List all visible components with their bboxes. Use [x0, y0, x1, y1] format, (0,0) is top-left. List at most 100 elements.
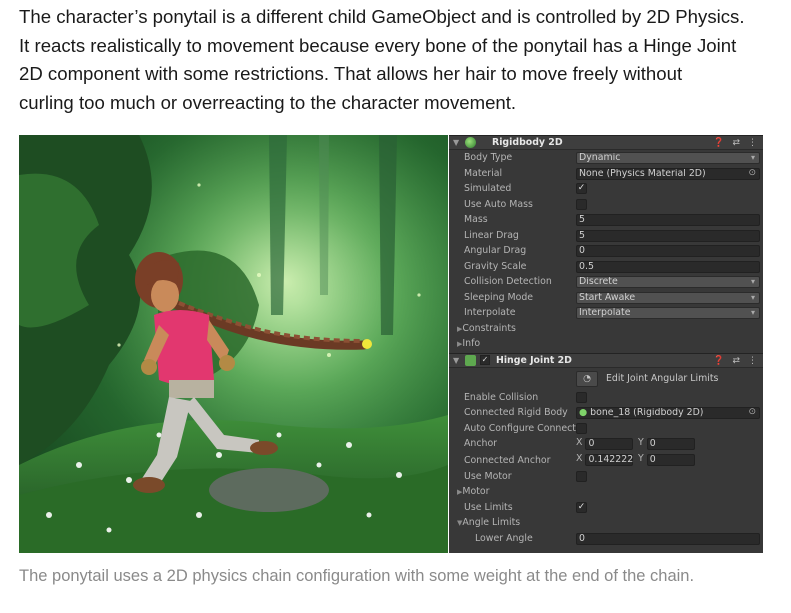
- field-label: Collision Detection: [464, 276, 552, 288]
- info-label: Info: [462, 338, 481, 350]
- object-picker-icon[interactable]: ⊙: [748, 169, 756, 178]
- use-limits-checkbox[interactable]: ✓: [576, 501, 587, 513]
- field-label: Material: [464, 167, 503, 179]
- hinge-joint-2d-header[interactable]: ▼ ✓ Hinge Joint 2D ❓ ⇄ ⋮: [449, 352, 763, 368]
- preset-icon[interactable]: ⇄: [732, 354, 740, 368]
- linear-drag-row: Linear Drag 5: [449, 228, 763, 244]
- hinge-joint-icon: [465, 354, 476, 366]
- field-label: Mass: [464, 214, 488, 226]
- field-label: Linear Drag: [464, 229, 519, 241]
- preset-icon[interactable]: ⇄: [732, 136, 740, 150]
- intro-line: It reacts realistically to movement beca…: [19, 34, 737, 56]
- angular-drag-input[interactable]: 0: [576, 245, 760, 257]
- anchor-row: Anchor X0 Y0: [449, 436, 763, 452]
- anchor-y-input[interactable]: 0: [646, 438, 695, 450]
- field-label: Enable Collision: [464, 391, 539, 403]
- field-label: Angular Drag: [464, 245, 527, 257]
- foldout-label: ▶Motor: [457, 486, 489, 497]
- field-label: Use Motor: [464, 470, 512, 482]
- edit-joint-angular-limits-button[interactable]: ◔ Edit Joint Angular Limits: [576, 370, 718, 388]
- field-label: Lower Angle: [475, 532, 533, 544]
- connected-anchor-y-input[interactable]: 0: [646, 453, 695, 466]
- mass-input[interactable]: 5: [576, 214, 760, 226]
- body-type-row: Body Type Dynamic: [449, 150, 763, 166]
- figure-caption: The ponytail uses a 2D physics chain con…: [19, 567, 695, 585]
- component-title: Rigidbody 2D: [492, 137, 563, 148]
- connected-anchor-x-input[interactable]: 0.142222: [585, 453, 634, 466]
- anchor-x[interactable]: X0: [576, 438, 634, 450]
- component-enabled-checkbox[interactable]: ✓: [480, 355, 490, 365]
- connected-anchor-y[interactable]: Y0: [638, 452, 695, 466]
- field-label: Anchor: [464, 438, 498, 450]
- use-auto-mass-checkbox[interactable]: [576, 198, 587, 210]
- interpolate-row: Interpolate Interpolate: [449, 305, 763, 321]
- rigidbody-ref-icon: ●: [579, 407, 588, 418]
- field-label: Body Type: [464, 152, 513, 164]
- collision-detection-row: Collision Detection Discrete: [449, 274, 763, 290]
- constraints-label: Constraints: [462, 322, 516, 334]
- x-key: X: [576, 452, 583, 464]
- edit-angle-icon: ◔: [576, 370, 598, 387]
- material-value: None (Physics Material 2D): [579, 167, 706, 179]
- gravity-scale-input[interactable]: 0.5: [576, 260, 760, 273]
- connected-rigid-body-row: Connected Rigid Body ● bone_18 (Rigidbod…: [449, 405, 763, 421]
- field-label: Sleeping Mode: [464, 291, 534, 303]
- help-icon[interactable]: ❓: [713, 354, 724, 368]
- body-type-dropdown[interactable]: Dynamic: [576, 152, 760, 164]
- use-auto-mass-row: Use Auto Mass: [449, 197, 763, 213]
- connected-anchor-row: Connected Anchor X 0.142222 Y0: [449, 452, 763, 469]
- constraints-foldout[interactable]: ▶Constraints: [449, 321, 763, 337]
- motor-foldout[interactable]: ▶Motor: [449, 484, 763, 500]
- help-icon[interactable]: ❓: [713, 136, 724, 150]
- connected-body-value: bone_18 (Rigidbody 2D): [590, 407, 704, 418]
- field-label: Use Auto Mass: [464, 198, 533, 210]
- component-tools: ❓ ⇄ ⋮: [713, 354, 757, 368]
- component-tools: ❓ ⇄ ⋮: [713, 136, 757, 150]
- anchor-x-input[interactable]: 0: [585, 438, 634, 450]
- anchor-y[interactable]: Y0: [638, 438, 695, 450]
- context-menu-icon[interactable]: ⋮: [748, 136, 757, 150]
- enable-collision-checkbox[interactable]: [576, 391, 587, 403]
- field-label: Gravity Scale: [464, 260, 527, 272]
- auto-configure-row: Auto Configure Connect: [449, 421, 763, 437]
- lower-angle-row: Lower Angle 0: [449, 531, 763, 547]
- angle-limits-foldout[interactable]: ▼Angle Limits: [449, 515, 763, 531]
- angular-drag-row: Angular Drag 0: [449, 243, 763, 259]
- sleeping-mode-dropdown[interactable]: Start Awake: [576, 291, 760, 304]
- context-menu-icon[interactable]: ⋮: [748, 354, 757, 368]
- interpolate-dropdown[interactable]: Interpolate: [576, 307, 760, 319]
- fold-arrow-icon[interactable]: ▼: [453, 356, 463, 365]
- fold-arrow-icon[interactable]: ▼: [453, 138, 463, 147]
- component-title: Hinge Joint 2D: [496, 354, 572, 366]
- enable-collision-row: Enable Collision: [449, 390, 763, 406]
- foldout-label: ▶Info: [457, 338, 480, 349]
- field-label: Connected Rigid Body: [464, 407, 568, 419]
- linear-drag-input[interactable]: 5: [576, 229, 760, 242]
- simulated-row: Simulated ✓: [449, 181, 763, 197]
- object-picker-icon[interactable]: ⊙: [748, 408, 756, 417]
- material-field[interactable]: None (Physics Material 2D) ⊙: [576, 167, 760, 180]
- use-motor-checkbox[interactable]: [576, 470, 587, 482]
- auto-configure-checkbox[interactable]: [576, 422, 587, 434]
- intro-line: The character’s ponytail is a different …: [19, 6, 745, 27]
- connected-rigid-body-field[interactable]: ● bone_18 (Rigidbody 2D) ⊙: [576, 407, 760, 419]
- collision-detection-dropdown[interactable]: Discrete: [576, 276, 760, 288]
- rigidbody-2d-header[interactable]: ▼ Rigidbody 2D ❓ ⇄ ⋮: [449, 135, 763, 150]
- y-key: Y: [638, 452, 644, 464]
- motor-label: Motor: [462, 486, 490, 498]
- field-label: Connected Anchor: [464, 454, 551, 466]
- use-limits-row: Use Limits ✓: [449, 500, 763, 516]
- material-row: Material None (Physics Material 2D) ⊙: [449, 166, 763, 182]
- field-label: Simulated: [464, 183, 512, 195]
- connected-anchor-x[interactable]: X 0.142222: [576, 452, 634, 466]
- gravity-scale-row: Gravity Scale 0.5: [449, 259, 763, 275]
- intro-line: 2D component with some restrictions. Tha…: [19, 63, 683, 84]
- intro-line: curling too much or overreacting to the …: [19, 91, 517, 113]
- simulated-checkbox[interactable]: ✓: [576, 183, 587, 194]
- game-scene-image: [19, 135, 448, 553]
- field-label: Auto Configure Connect: [464, 422, 576, 434]
- lower-angle-input[interactable]: 0: [576, 532, 760, 545]
- info-foldout[interactable]: ▶Info: [449, 336, 763, 352]
- sleeping-mode-row: Sleeping Mode Start Awake: [449, 290, 763, 306]
- foldout-label: ▶Constraints: [457, 323, 516, 334]
